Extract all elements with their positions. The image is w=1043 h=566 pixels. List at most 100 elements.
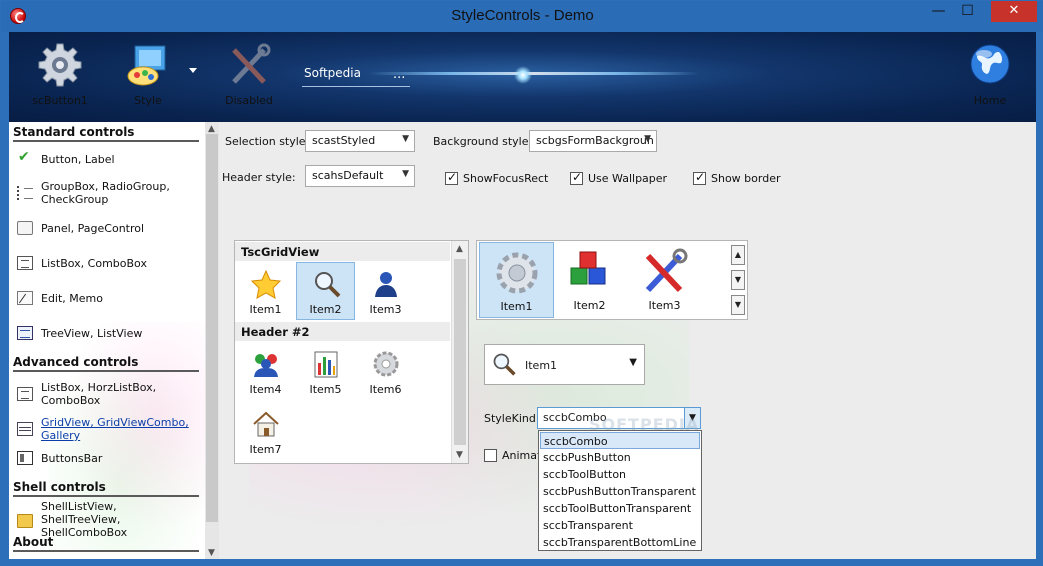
section-advanced-controls: Advanced controls <box>13 355 199 372</box>
sidebar-item-horzlistbox[interactable]: ListBox, HorzListBox, ComboBox <box>17 381 203 407</box>
house-icon <box>253 411 279 437</box>
scroll-down-icon[interactable]: ▼ <box>208 548 215 558</box>
sidebar-item-button-label[interactable]: Button, Label <box>17 149 203 166</box>
chevron-down-icon: ▼ <box>629 357 637 368</box>
title-bar: StyleControls - Demo — ☐ ✕ <box>1 1 1043 32</box>
gridview-icon <box>17 422 33 436</box>
ellipsis-button[interactable]: ... <box>393 67 405 82</box>
gear-icon <box>496 252 538 294</box>
chevron-down-icon: ▼ <box>402 169 409 179</box>
grid-item[interactable]: Item7 <box>236 403 295 461</box>
selection-style-combo[interactable]: scastStyled ▼ <box>305 130 415 152</box>
header-style-label: Header style: <box>222 171 296 184</box>
scroll-up-icon[interactable]: ▲ <box>456 244 463 254</box>
gallery-scroll-up-button[interactable]: ▲ <box>731 245 745 265</box>
scroll-up-icon[interactable]: ▲ <box>208 124 215 134</box>
grid-item-label: Item1 <box>249 303 282 316</box>
sidebar-item-label: GridView, GridViewCombo, Gallery <box>41 416 189 442</box>
checkbox-box <box>484 449 497 462</box>
globe-icon <box>970 44 1010 84</box>
gallery-item-selected[interactable]: Item1 <box>479 242 554 318</box>
minimize-button[interactable]: — <box>925 1 952 22</box>
grid-item[interactable]: Item6 <box>356 343 415 401</box>
use-wallpaper-checkbox[interactable]: Use Wallpaper <box>570 170 668 185</box>
dropdown-option[interactable]: sccbPushButton <box>540 449 700 466</box>
sidebar-scrollbar[interactable]: ▲ ▼ <box>205 122 219 559</box>
section-standard-controls: Standard controls <box>13 125 199 142</box>
selection-style-value: scastStyled <box>312 134 376 147</box>
show-focus-rect-label: ShowFocusRect <box>463 172 549 185</box>
use-wallpaper-label: Use Wallpaper <box>588 172 668 185</box>
show-focus-rect-checkbox[interactable]: ShowFocusRect <box>445 170 549 185</box>
dropdown-option[interactable]: sccbPushButtonTransparent <box>540 483 700 500</box>
chevron-down-icon: ▼ <box>402 134 409 144</box>
gallery-expand-button[interactable]: ▼ <box>731 295 745 315</box>
tools-icon <box>645 248 688 293</box>
sidebar-item-label: TreeView, ListView <box>41 326 143 340</box>
bar-chart-icon <box>314 351 338 378</box>
dropdown-option[interactable]: sccbToolButton <box>540 466 700 483</box>
disabled-label: Disabled <box>225 94 273 107</box>
grid-item-label: Item7 <box>249 443 282 456</box>
sidebar-item-treeview[interactable]: TreeView, ListView <box>17 326 203 340</box>
background-style-combo[interactable]: scbgsFormBackgroun ▼ <box>529 130 657 152</box>
sidebar-item-label: GroupBox, RadioGroup, CheckGroup <box>41 180 170 206</box>
panel-icon <box>17 221 33 235</box>
sidebar-item-buttonsbar[interactable]: ButtonsBar <box>17 451 203 465</box>
style-label: Style <box>134 94 162 107</box>
gallery[interactable]: Item1 Item2 Item3 ▲ ▼ ▼ <box>476 240 748 320</box>
header-style-value: scahsDefault <box>312 169 384 182</box>
sidebar-item-label: ShellListView, ShellTreeView, ShellCombo… <box>41 500 128 539</box>
disabled-button: Disabled <box>213 38 285 116</box>
header-style-combo[interactable]: scahsDefault ▼ <box>305 165 415 187</box>
gallery-item-label: Item1 <box>500 300 533 313</box>
app-window: StyleControls - Demo — ☐ ✕ scButton1 Sty… <box>0 0 1043 566</box>
grid-item[interactable]: Item4 <box>236 343 295 401</box>
dropdown-option[interactable]: sccbTransparent <box>540 517 700 534</box>
style-button[interactable]: Style <box>113 38 183 116</box>
sidebar-item-groupbox[interactable]: GroupBox, RadioGroup, CheckGroup <box>17 180 203 206</box>
banner-star <box>514 66 532 84</box>
grid-header: TscGridView <box>235 242 450 261</box>
sidebar-item-shell[interactable]: ShellListView, ShellTreeView, ShellCombo… <box>17 500 193 539</box>
maximize-button[interactable]: ☐ <box>954 1 981 22</box>
chevron-down-icon: ▼ <box>644 134 651 144</box>
background-style-label: Background style: <box>433 135 533 148</box>
scrollbar-thumb[interactable] <box>454 259 466 445</box>
home-button[interactable]: Home <box>957 38 1023 116</box>
grid-item[interactable]: Item3 <box>356 263 415 321</box>
grid-view-combo[interactable]: Item1 ▼ <box>484 344 645 385</box>
grid-item-label: Item2 <box>309 303 342 316</box>
user-icon <box>375 272 397 297</box>
gallery-item[interactable]: Item3 <box>627 242 702 318</box>
grid-header: Header #2 <box>235 322 450 341</box>
edit-icon <box>17 291 33 305</box>
gallery-scroll-down-button[interactable]: ▼ <box>731 270 745 290</box>
stylekind-label: StyleKind: <box>484 412 540 425</box>
scroll-down-icon[interactable]: ▼ <box>456 450 463 460</box>
grid-item[interactable]: Item1 <box>236 263 295 321</box>
radio-group-icon <box>17 186 33 200</box>
close-button[interactable]: ✕ <box>991 1 1037 22</box>
gallery-item[interactable]: Item2 <box>552 242 627 318</box>
sidebar-item-edit[interactable]: Edit, Memo <box>17 291 203 305</box>
stylekind-dropdown-list[interactable]: sccbCombo sccbPushButton sccbToolButton … <box>538 430 702 551</box>
chevron-down-icon[interactable] <box>189 68 197 73</box>
sidebar-item-gridview[interactable]: GridView, GridViewCombo, Gallery <box>17 416 203 442</box>
dropdown-option[interactable]: sccbTransparentBottomLine <box>540 534 700 551</box>
dropdown-option[interactable]: sccbToolButtonTransparent <box>540 500 700 517</box>
grid-view[interactable]: TscGridView Item1 Item2 Item3 Header #2 … <box>234 240 469 464</box>
sidebar-item-listbox[interactable]: ListBox, ComboBox <box>17 256 203 270</box>
softpedia-edit[interactable]: Softpedia <box>304 66 361 80</box>
grid-item-selected[interactable]: Item2 <box>296 262 355 320</box>
folder-icon <box>17 514 33 528</box>
grid-scrollbar[interactable]: ▲ ▼ <box>451 241 468 463</box>
show-border-checkbox[interactable]: Show border <box>693 170 781 185</box>
scrollbar-thumb[interactable] <box>206 134 218 522</box>
dropdown-option[interactable]: sccbCombo <box>540 432 700 449</box>
sidebar-item-panel[interactable]: Panel, PageControl <box>17 221 203 235</box>
cubes-icon <box>570 251 606 285</box>
scbutton1-button[interactable]: scButton1 <box>23 38 97 116</box>
grid-item[interactable]: Item5 <box>296 343 355 401</box>
grid-item-label: Item4 <box>249 383 282 396</box>
